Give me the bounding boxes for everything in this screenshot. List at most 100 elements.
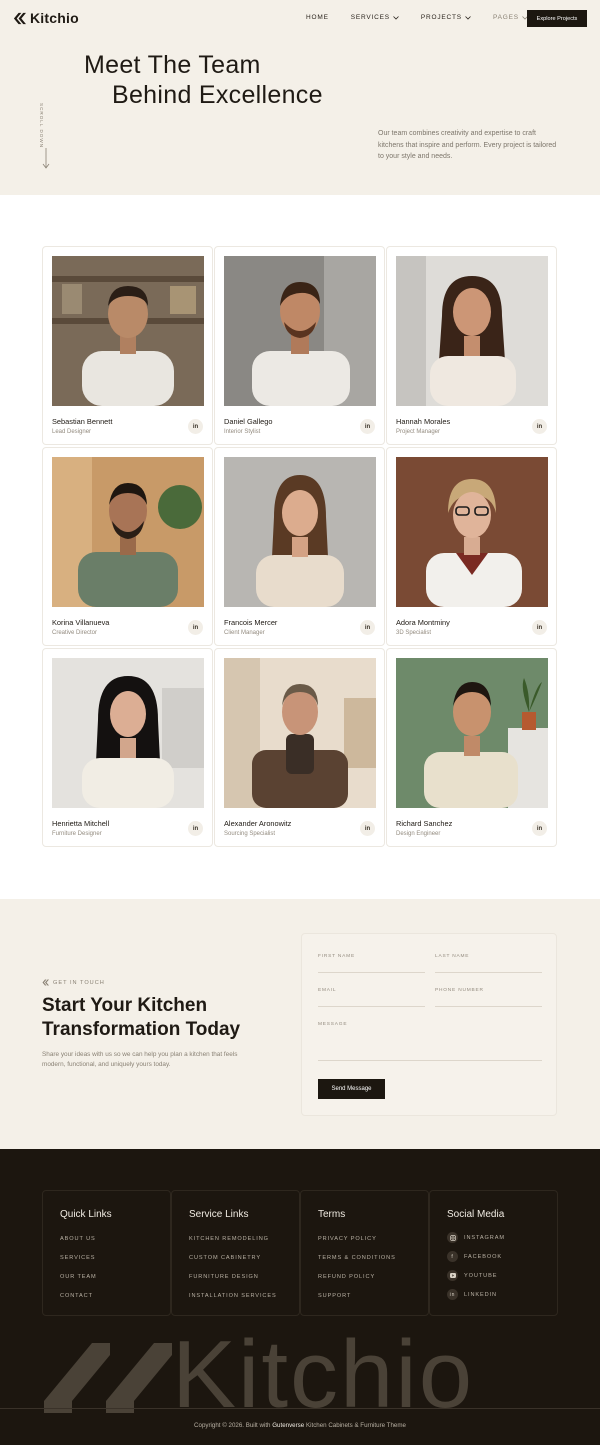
nav-projects-label: PROJECTS: [420, 14, 462, 21]
site-footer: Quick Links ABOUT US SERVICES OUR TEAM C…: [0, 1149, 600, 1445]
linkedin-icon[interactable]: in: [532, 419, 547, 434]
chevron-down-icon: [465, 15, 471, 20]
copyright-brand-link[interactable]: Gutenverse: [272, 1422, 304, 1429]
member-role: Design Engineer: [396, 831, 441, 837]
contact-eyebrow: GET IN TOUCH: [42, 979, 105, 986]
terms-title: Terms: [318, 1209, 346, 1220]
facebook-icon: f: [447, 1251, 458, 1262]
nav-services[interactable]: SERVICES: [351, 14, 399, 21]
footer-link-support[interactable]: SUPPORT: [318, 1293, 351, 1299]
linkedin-icon[interactable]: in: [188, 620, 203, 635]
member-role: 3D Specialist: [396, 630, 432, 636]
last-name-field[interactable]: LAST NAME: [435, 954, 542, 973]
hero-description: Our team combines creativity and experti…: [378, 130, 557, 160]
social-facebook-label: FACEBOOK: [464, 1253, 502, 1260]
nav-pages[interactable]: PAGES: [493, 14, 528, 21]
main-nav: HOME SERVICES PROJECTS PAGES: [306, 14, 550, 21]
footer-link-services[interactable]: SERVICES: [60, 1255, 95, 1261]
footer-link-team[interactable]: OUR TEAM: [60, 1274, 97, 1280]
chevron-down-icon: [393, 15, 399, 20]
social-facebook[interactable]: f FACEBOOK: [447, 1251, 502, 1262]
linkedin-icon[interactable]: in: [188, 821, 203, 836]
logo-mark-icon: [42, 979, 49, 986]
phone-field[interactable]: PHONE NUMBER: [435, 988, 542, 1007]
hero-section: Kitchio HOME SERVICES PROJECTS PAGES Exp…: [0, 0, 600, 195]
team-photo: [52, 658, 204, 808]
page-title: Meet The Team Behind Excellence: [84, 50, 323, 110]
footer-link-terms[interactable]: TERMS & CONDITIONS: [318, 1255, 396, 1261]
social-media-column: Social Media INSTAGRAM f FACEBOOK YOUTUB…: [429, 1190, 558, 1316]
footer-link-contact[interactable]: CONTACT: [60, 1293, 93, 1299]
last-name-label: LAST NAME: [435, 954, 470, 959]
team-photo: [396, 256, 548, 406]
footer-link-cabinetry[interactable]: CUSTOM CABINETRY: [189, 1255, 261, 1261]
service-links-column: Service Links KITCHEN REMODELING CUSTOM …: [171, 1190, 300, 1316]
contact-section: GET IN TOUCH Start Your Kitchen Transfor…: [0, 899, 600, 1149]
member-name: Hannah Morales: [396, 417, 451, 426]
logo-mark-icon: [13, 12, 26, 24]
team-card: Alexander Aronowitz Sourcing Specialist …: [214, 648, 385, 847]
contact-eyebrow-label: GET IN TOUCH: [53, 979, 105, 986]
copyright-prefix: Copyright © 2026. Built with: [194, 1422, 271, 1429]
team-card: Francois Mercer Client Manager in: [214, 447, 385, 646]
contact-title-line2: Transformation Today: [42, 1019, 241, 1040]
social-linkedin[interactable]: in LINKEDIN: [447, 1289, 497, 1300]
member-name: Adora Montminy: [396, 618, 450, 627]
copyright-suffix: Kitchen Cabinets & Furniture Theme: [305, 1422, 406, 1429]
linkedin-icon[interactable]: in: [360, 620, 375, 635]
nav-home-label: HOME: [306, 14, 329, 21]
terms-column: Terms PRIVACY POLICY TERMS & CONDITIONS …: [300, 1190, 429, 1316]
explore-projects-button[interactable]: Explore Projects: [527, 10, 587, 27]
contact-title-line1: Start Your Kitchen: [42, 995, 208, 1016]
team-photo: [224, 658, 376, 808]
team-card: Korina Villanueva Creative Director in: [42, 447, 213, 646]
member-role: Client Manager: [224, 630, 265, 636]
footer-link-privacy[interactable]: PRIVACY POLICY: [318, 1236, 377, 1242]
team-card: Daniel Gallego Interior Stylist in: [214, 246, 385, 445]
send-message-button[interactable]: Send Message: [318, 1079, 385, 1099]
nav-projects[interactable]: PROJECTS: [421, 14, 471, 21]
linkedin-icon[interactable]: in: [360, 419, 375, 434]
member-role: Project Manager: [396, 429, 441, 435]
team-photo: [52, 457, 204, 607]
social-instagram[interactable]: INSTAGRAM: [447, 1232, 505, 1243]
footer-link-about[interactable]: ABOUT US: [60, 1236, 96, 1242]
footer-link-refund[interactable]: REFUND POLICY: [318, 1274, 375, 1280]
team-photo: [224, 256, 376, 406]
linkedin-icon[interactable]: in: [188, 419, 203, 434]
member-role: Furniture Designer: [52, 831, 102, 837]
copyright: Copyright © 2026. Built with Gutenverse …: [0, 1422, 600, 1429]
linkedin-icon[interactable]: in: [532, 620, 547, 635]
page-title-line2: Behind Excellence: [112, 81, 323, 109]
brand-logo[interactable]: Kitchio: [13, 10, 79, 26]
social-youtube[interactable]: YOUTUBE: [447, 1270, 497, 1281]
nav-home[interactable]: HOME: [306, 14, 329, 21]
footer-link-installation[interactable]: INSTALLATION SERVICES: [189, 1293, 277, 1299]
team-photo: [396, 457, 548, 607]
member-role: Lead Designer: [52, 429, 92, 435]
social-youtube-label: YOUTUBE: [464, 1272, 498, 1279]
member-name: Henrietta Mitchell: [52, 819, 110, 828]
member-role: Sourcing Specialist: [224, 831, 276, 837]
nav-pages-label: PAGES: [492, 14, 519, 21]
team-photo: [396, 658, 548, 808]
message-label: MESSAGE: [318, 1022, 348, 1027]
member-name: Korina Villanueva: [52, 618, 110, 627]
footer-link-furniture[interactable]: FURNITURE DESIGN: [189, 1274, 259, 1280]
social-instagram-label: INSTAGRAM: [464, 1234, 505, 1241]
email-field[interactable]: EMAIL: [318, 988, 425, 1007]
team-card: Hannah Morales Project Manager in: [386, 246, 557, 445]
scroll-down-arrow-icon[interactable]: [42, 100, 50, 170]
contact-form: FIRST NAME LAST NAME EMAIL PHONE NUMBER …: [301, 933, 557, 1116]
footer-divider: [0, 1408, 600, 1409]
footer-link-remodeling[interactable]: KITCHEN REMODELING: [189, 1236, 269, 1242]
team-card: Henrietta Mitchell Furniture Designer in: [42, 648, 213, 847]
brand-name: Kitchio: [30, 10, 79, 26]
linkedin-icon[interactable]: in: [532, 821, 547, 836]
social-media-title: Social Media: [447, 1209, 505, 1220]
linkedin-icon[interactable]: in: [360, 821, 375, 836]
email-label: EMAIL: [318, 988, 337, 993]
team-photo: [224, 457, 376, 607]
message-field[interactable]: MESSAGE: [318, 1022, 542, 1061]
first-name-field[interactable]: FIRST NAME: [318, 954, 425, 973]
